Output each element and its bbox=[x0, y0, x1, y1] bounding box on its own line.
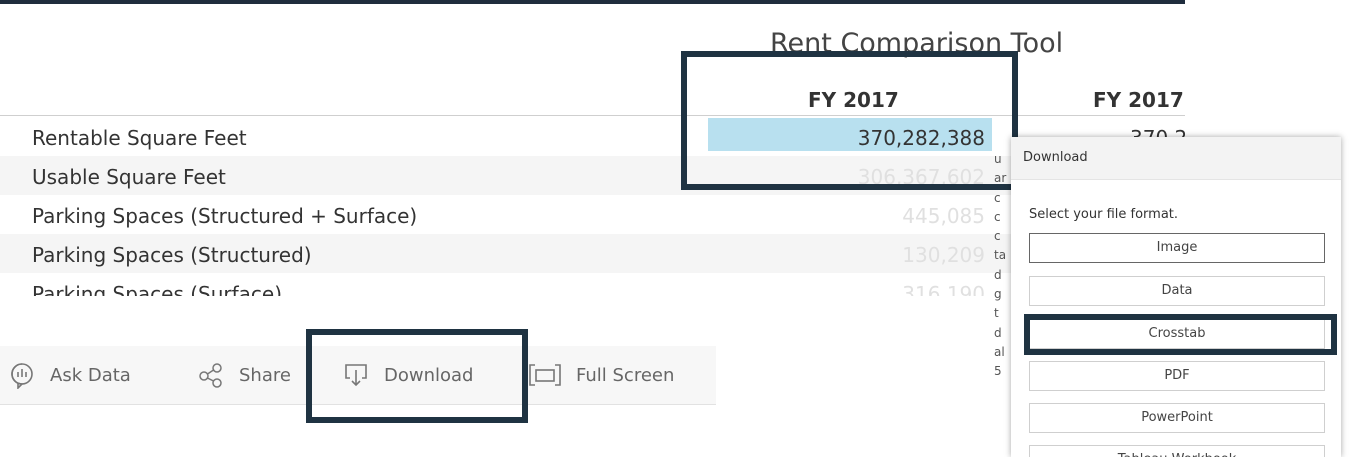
partial-text: c bbox=[994, 229, 1001, 244]
callout-box-crosstab bbox=[1024, 314, 1337, 355]
partial-text: c bbox=[994, 190, 1001, 205]
row-label: Parking Spaces (Structured) bbox=[32, 243, 312, 267]
full-screen-label: Full Screen bbox=[576, 364, 675, 386]
download-prompt: Select your file format. bbox=[1029, 207, 1179, 222]
partial-text: t bbox=[994, 306, 999, 321]
partial-text: c bbox=[994, 209, 1001, 224]
format-powerpoint-button[interactable]: PowerPoint bbox=[1029, 403, 1325, 433]
format-data-button[interactable]: Data bbox=[1029, 276, 1325, 306]
partial-text: al bbox=[994, 344, 1005, 359]
row-value: 316,190 bbox=[902, 282, 985, 296]
row-value: 445,085 bbox=[902, 204, 985, 228]
callout-box-column bbox=[681, 51, 1018, 190]
callout-box-download bbox=[306, 329, 528, 423]
ask-data-label: Ask Data bbox=[50, 364, 131, 386]
full-screen-icon bbox=[529, 364, 561, 386]
partial-text: ta bbox=[994, 248, 1007, 263]
share-icon bbox=[199, 363, 222, 388]
partial-text: g bbox=[994, 287, 1002, 302]
download-dialog-title: Download bbox=[1011, 137, 1341, 180]
row-label: Parking Spaces (Structured + Surface) bbox=[32, 204, 418, 228]
partial-text: 5 bbox=[994, 364, 1002, 379]
format-image-button[interactable]: Image bbox=[1029, 233, 1325, 263]
ask-data-button[interactable]: Ask Data bbox=[8, 346, 131, 404]
row-label: Rentable Square Feet bbox=[32, 126, 247, 150]
full-screen-button[interactable]: Full Screen bbox=[528, 346, 674, 404]
partial-text: d bbox=[994, 267, 1002, 282]
share-button[interactable]: Share bbox=[197, 346, 291, 404]
format-tableau-workbook-button[interactable]: Tableau Workbook bbox=[1029, 445, 1325, 457]
ask-data-icon bbox=[11, 363, 33, 389]
row-value: 130,209 bbox=[902, 243, 985, 267]
download-dialog: Download Select your file format. Image … bbox=[1011, 137, 1341, 457]
format-pdf-button[interactable]: PDF bbox=[1029, 361, 1325, 391]
row-label: Parking Spaces (Surface) bbox=[32, 282, 283, 296]
partial-text: d bbox=[994, 325, 1002, 340]
share-label: Share bbox=[239, 364, 291, 386]
row-label: Usable Square Feet bbox=[32, 165, 226, 189]
